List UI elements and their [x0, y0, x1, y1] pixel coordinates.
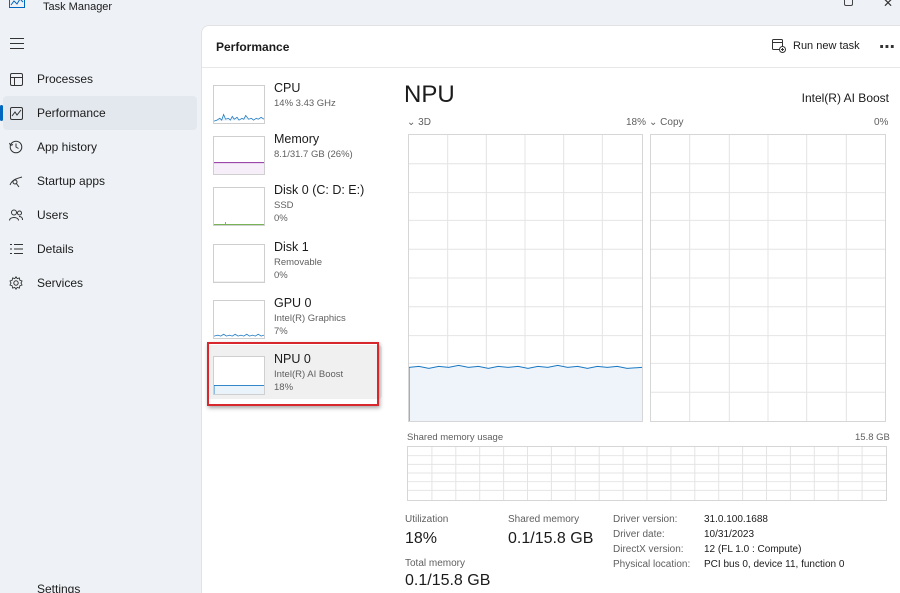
shared-memory-label: Shared memory usage: [407, 432, 504, 443]
device-name: Disk 0 (C: D: E:): [274, 183, 365, 197]
sidebar-nav: Processes Performance App history Startu…: [0, 62, 200, 300]
settings-icon: [9, 582, 23, 593]
disk-1-thumbnail: [213, 244, 265, 283]
total-memory-label: Total memory: [405, 558, 466, 569]
graph-3d: [408, 134, 643, 422]
directx-version-value: 12 (FL 1.0 : Compute): [704, 544, 802, 555]
device-model-name: Intel(R) AI Boost: [801, 91, 889, 105]
cpu-thumbnail: [213, 85, 265, 124]
settings-label: Settings: [37, 582, 81, 593]
chevron-down-icon: ⌄: [649, 117, 658, 128]
sidebar-item-app-history[interactable]: App history: [0, 130, 200, 164]
details-icon: [9, 242, 23, 256]
shared-memory-total: 15.8 GB: [855, 432, 890, 443]
page-header: Performance Run new task ⋯: [202, 26, 900, 68]
device-item-memory[interactable]: Memory 8.1/31.7 GB (26%): [207, 125, 382, 175]
device-usage: 0%: [274, 270, 288, 281]
graph-3d-label: 3D: [418, 117, 431, 128]
device-type: SSD: [274, 200, 294, 211]
app-history-icon: [9, 140, 23, 154]
device-detail: Intel(R) Graphics 7%: [274, 312, 346, 338]
graph-copy-value: 0%: [874, 117, 889, 128]
device-detail: Removable 0%: [274, 256, 322, 282]
maximize-icon[interactable]: [844, 0, 853, 6]
sidebar-item-label: Services: [37, 276, 84, 290]
sidebar-item-processes[interactable]: Processes: [0, 62, 200, 96]
driver-version-label: Driver version:: [613, 514, 678, 525]
sidebar-item-label: Details: [37, 242, 74, 256]
directx-version-label: DirectX version:: [613, 544, 684, 555]
page-title: Performance: [216, 40, 290, 54]
sidebar-item-details[interactable]: Details: [0, 232, 200, 266]
graph-copy: [650, 134, 886, 422]
sidebar-item-settings[interactable]: Settings: [9, 582, 80, 593]
shared-memory-graph: [407, 446, 887, 501]
device-detail: SSD 0%: [274, 199, 294, 225]
utilization-value: 18%: [405, 530, 438, 547]
driver-info-labels: Driver version: Driver date: DirectX ver…: [613, 512, 690, 572]
sidebar-item-label: Processes: [37, 72, 94, 86]
device-name: GPU 0: [274, 296, 312, 310]
main-panel: Performance Run new task ⋯ CPU 14% 3.43 …: [201, 25, 900, 593]
menu-icon[interactable]: [10, 38, 24, 50]
graph-3d-value: 18%: [626, 117, 647, 128]
device-detail: 8.1/31.7 GB (26%): [274, 149, 353, 160]
run-new-task-label: Run new task: [793, 40, 860, 52]
utilization-label: Utilization: [405, 514, 449, 525]
more-options-icon[interactable]: ⋯: [879, 37, 896, 57]
memory-thumbnail: [213, 136, 265, 175]
device-usage: 7%: [274, 326, 288, 337]
driver-date-value: 10/31/2023: [704, 529, 755, 540]
services-icon: [9, 276, 23, 290]
startup-apps-icon: [9, 174, 23, 188]
task-manager-icon: [9, 0, 25, 8]
driver-date-label: Driver date:: [613, 529, 665, 540]
sidebar-item-label: Users: [37, 208, 69, 222]
highlight-annotation: [207, 342, 379, 406]
close-icon[interactable]: ✕: [883, 0, 895, 10]
device-item-gpu-0[interactable]: GPU 0 Intel(R) Graphics 7%: [207, 289, 382, 339]
detail-title: NPU: [404, 81, 455, 108]
sidebar-item-label: Performance: [37, 106, 106, 120]
gpu-0-thumbnail: [213, 300, 265, 339]
run-task-icon: [772, 39, 786, 53]
sidebar-item-services[interactable]: Services: [0, 266, 200, 300]
total-memory-value: 0.1/15.8 GB: [405, 572, 491, 589]
sidebar-item-label: Startup apps: [37, 174, 106, 188]
disk-0-thumbnail: [213, 187, 265, 226]
graph-copy-label: Copy: [660, 117, 684, 128]
users-icon: [9, 208, 23, 222]
device-name: Memory: [274, 132, 320, 146]
device-usage: 0%: [274, 213, 288, 224]
device-name: Disk 1: [274, 240, 309, 254]
app-title: Task Manager: [43, 1, 113, 13]
shared-memory-stat-label: Shared memory: [508, 514, 580, 525]
device-type: Removable: [274, 257, 323, 268]
device-item-cpu[interactable]: CPU 14% 3.43 GHz: [207, 74, 382, 124]
driver-info-values: 31.0.100.1688 10/31/2023 12 (FL 1.0 : Co…: [704, 512, 844, 572]
sidebar-item-startup-apps[interactable]: Startup apps: [0, 164, 200, 198]
device-item-disk-0[interactable]: Disk 0 (C: D: E:) SSD 0%: [207, 176, 382, 226]
physical-location-label: Physical location:: [613, 559, 691, 570]
physical-location-value: PCI bus 0, device 11, function 0: [704, 559, 845, 570]
device-name: CPU: [274, 81, 301, 95]
sidebar-item-label: App history: [37, 140, 98, 154]
device-detail: 14% 3.43 GHz: [274, 98, 336, 109]
processes-icon: [9, 72, 23, 86]
performance-icon: [9, 106, 23, 120]
driver-version-value: 31.0.100.1688: [704, 514, 768, 525]
sidebar-item-performance[interactable]: Performance: [0, 96, 197, 130]
graph-3d-selector[interactable]: ⌄ 3D: [407, 117, 431, 128]
title-bar: Task Manager ✕: [0, 0, 900, 20]
device-item-disk-1[interactable]: Disk 1 Removable 0%: [207, 233, 382, 283]
chevron-down-icon: ⌄: [407, 117, 416, 128]
device-type: Intel(R) Graphics: [274, 313, 346, 324]
graph-copy-selector[interactable]: ⌄ Copy: [649, 117, 684, 128]
shared-memory-stat-value: 0.1/15.8 GB: [508, 530, 594, 547]
sidebar-item-users[interactable]: Users: [0, 198, 200, 232]
run-new-task-button[interactable]: Run new task: [772, 39, 860, 53]
